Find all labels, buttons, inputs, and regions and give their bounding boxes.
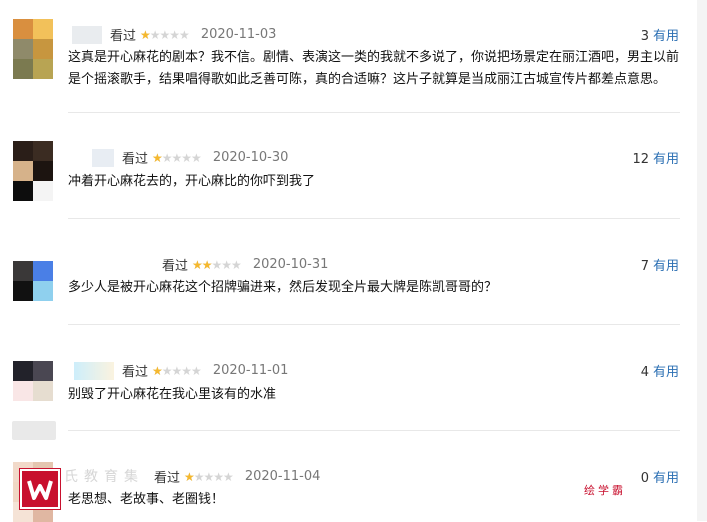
useful-button[interactable]: 0 有用: [641, 467, 679, 486]
avatar: [13, 261, 53, 301]
review-date: 2020-11-03: [200, 27, 277, 42]
review-meta: 看过 ★★★★★ ★★★★★ 2020-10-31: [162, 255, 328, 274]
useful-label[interactable]: 有用: [653, 365, 679, 380]
review-meta: 看过 ★★★★★ ★★★★★ 2020-11-03: [72, 25, 276, 44]
review-date: 2020-11-01: [212, 363, 289, 378]
rating-label: 看过: [122, 152, 149, 167]
scroll-edge: [697, 0, 707, 521]
star-fill: ★★★★★: [152, 363, 162, 378]
username[interactable]: [92, 148, 114, 167]
useful-count: 12: [632, 152, 649, 167]
watermark-logo: [20, 469, 60, 509]
star-rating: ★★★★★ ★★★★★: [140, 27, 190, 42]
star-fill: ★★★★★: [192, 257, 212, 272]
review-meta: 看过 ★★★★★ ★★★★★ 2020-11-01: [74, 361, 288, 380]
useful-button[interactable]: 12 有用: [632, 148, 679, 167]
useful-label[interactable]: 有用: [653, 259, 679, 274]
watermark-text-left: 氏教育集: [64, 469, 144, 485]
star-fill: ★★★★★: [184, 469, 194, 484]
useful-label[interactable]: 有用: [653, 152, 679, 167]
useful-button[interactable]: 7 有用: [641, 255, 679, 274]
useful-count: 4: [640, 365, 649, 380]
review-meta: 看过 ★★★★★ ★★★★★ 2020-10-30: [92, 148, 288, 167]
review-content: 多少人是被开心麻花这个招牌骗进来，然后发现全片最大牌是陈凯哥哥的？: [68, 280, 498, 295]
useful-label[interactable]: 有用: [653, 29, 679, 44]
star-rating: ★★★★★ ★★★★★: [152, 150, 202, 165]
watermark-text-right: 绘学霸: [584, 484, 626, 497]
avatar: [13, 141, 53, 201]
useful-count: 7: [640, 259, 649, 274]
review-content: 别毁了开心麻花在我心里该有的水准: [68, 387, 277, 402]
review-content: 这真是开心麻花的剧本？我不信。剧情、表演这一类的我就不多说了，你说把场景定在丽江…: [68, 50, 680, 87]
review-content: 冲着开心麻花去的，开心麻比的你吓到我了: [68, 174, 316, 189]
avatar: [13, 361, 53, 401]
useful-count: 0: [640, 471, 649, 486]
review-date: 2020-10-30: [212, 150, 289, 165]
star-rating: ★★★★★ ★★★★★: [184, 469, 234, 484]
useful-count: 3: [640, 29, 649, 44]
useful-button[interactable]: 3 有用: [641, 25, 679, 44]
blur-artifact: [12, 421, 56, 440]
rating-label: 看过: [162, 259, 189, 274]
rating-label: 看过: [154, 471, 181, 486]
username[interactable]: [74, 361, 114, 380]
star-rating: ★★★★★ ★★★★★: [192, 257, 242, 272]
review-date: 2020-11-04: [244, 469, 321, 484]
rating-label: 看过: [122, 365, 149, 380]
logo-w-icon: [27, 480, 53, 500]
useful-button[interactable]: 4 有用: [641, 361, 679, 380]
star-rating: ★★★★★ ★★★★★: [152, 363, 202, 378]
divider: [68, 112, 680, 113]
rating-label: 看过: [110, 29, 137, 44]
star-fill: ★★★★★: [140, 27, 150, 42]
username[interactable]: [72, 25, 102, 44]
divider: [68, 430, 680, 431]
star-fill: ★★★★★: [152, 150, 162, 165]
review-date: 2020-10-31: [252, 257, 329, 272]
divider: [68, 218, 680, 219]
useful-label[interactable]: 有用: [653, 471, 679, 486]
avatar: [13, 19, 53, 79]
divider: [68, 324, 680, 325]
review-meta: 看过 ★★★★★ ★★★★★ 2020-11-04: [154, 467, 320, 486]
